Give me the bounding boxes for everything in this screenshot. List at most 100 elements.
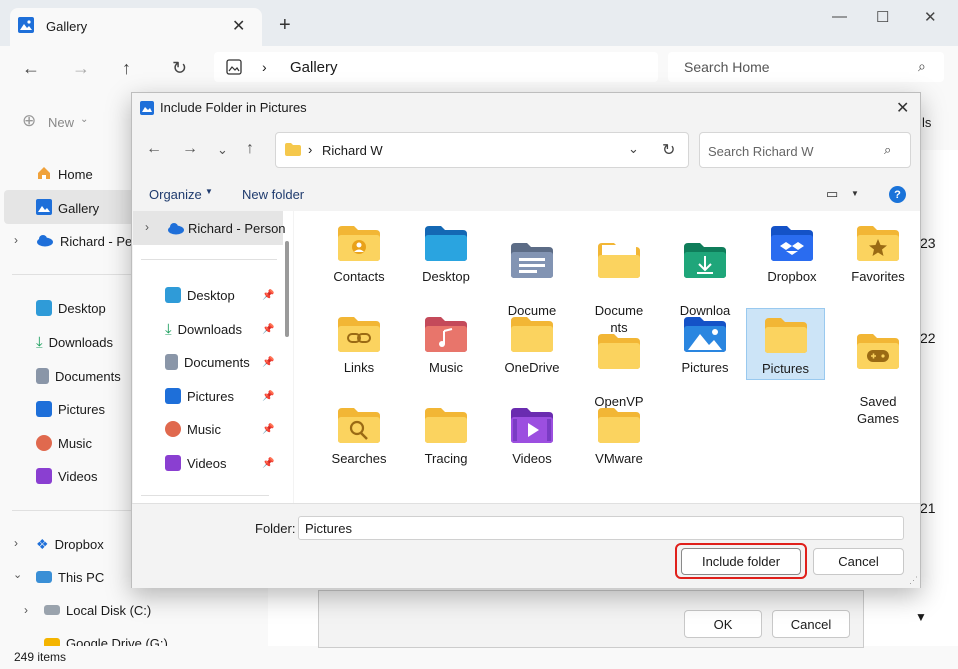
sidebar-item-googledrive[interactable]: Google Drive (G:) — [44, 636, 168, 646]
folder-vmware[interactable]: VMware — [580, 406, 658, 467]
dialog-up-icon[interactable]: ↑ — [246, 140, 254, 158]
computer-icon — [36, 571, 52, 583]
sidebar-label: Gallery — [58, 200, 100, 216]
ok-button[interactable]: OK — [684, 610, 762, 638]
dialog-cancel-button[interactable]: Cancel — [813, 548, 904, 575]
recent-locations-chevron-icon[interactable]: ⌄ — [217, 142, 228, 158]
sidebar-item-gallery[interactable]: Gallery — [36, 193, 99, 223]
folder-label: Tracing — [424, 451, 468, 466]
sidebar-item-home[interactable]: Home — [36, 159, 93, 189]
folder-contacts[interactable]: Contacts — [320, 224, 398, 285]
folder-onedrive[interactable]: OneDrive — [493, 315, 571, 376]
view-options-icon[interactable]: ▭ — [826, 186, 838, 202]
address-dropdown-icon[interactable]: ⌄ — [628, 141, 639, 157]
view-dropdown-icon[interactable]: ▼ — [851, 189, 859, 198]
nav-item-videos[interactable]: Videos — [165, 448, 227, 478]
organize-dropdown-icon: ▼ — [205, 187, 213, 196]
organize-menu[interactable]: Organize — [149, 187, 202, 202]
folder-dropbox[interactable]: Dropbox — [753, 224, 831, 285]
nav-item-music[interactable]: Music — [165, 414, 221, 444]
new-folder-button[interactable]: New folder — [242, 187, 304, 202]
window-close-icon[interactable]: ✕ — [924, 8, 937, 26]
forward-icon[interactable]: → — [72, 58, 90, 79]
folder-favorites[interactable]: Favorites — [839, 224, 917, 285]
address-bar[interactable] — [214, 52, 658, 82]
nav-label: Music — [187, 421, 221, 437]
nav-label: Pictures — [187, 388, 234, 404]
folder-links[interactable]: Links — [320, 315, 398, 376]
nav-item-pictures[interactable]: Pictures — [165, 381, 234, 411]
folder-label: Pictures — [762, 361, 809, 376]
dialog-back-icon[interactable]: ← — [146, 140, 162, 158]
new-tab-button[interactable]: + — [279, 15, 291, 35]
timeline-label-22: 22 — [920, 330, 936, 346]
scroll-down-icon[interactable]: ▼ — [915, 610, 927, 624]
sidebar-item-localdisk[interactable]: Local Disk (C:) — [44, 595, 151, 625]
timeline-label-23: 23 — [920, 235, 936, 251]
folder-searches[interactable]: Searches — [320, 406, 398, 467]
sidebar-item-downloads[interactable]: ⤓ Downloads — [36, 327, 113, 357]
music-icon — [36, 435, 52, 451]
folder-videos[interactable]: Videos — [493, 406, 571, 467]
expand-chevron-icon[interactable]: › — [145, 220, 149, 234]
google-drive-icon — [44, 638, 60, 646]
expand-chevron-icon[interactable]: › — [14, 536, 18, 550]
pin-icon: 📌 — [262, 391, 275, 402]
help-icon[interactable]: ? — [889, 186, 906, 203]
back-icon[interactable]: ← — [22, 58, 40, 79]
search-icon: ⌕ — [918, 58, 926, 74]
path-chevron-icon: › — [308, 142, 313, 157]
folder-pictures-library[interactable]: Pictures — [666, 315, 744, 376]
sidebar-label: Videos — [58, 468, 98, 484]
folder-pictures-selected[interactable]: Pictures — [746, 308, 825, 380]
cancel-button-behind[interactable]: Cancel — [772, 610, 850, 638]
dialog-forward-icon[interactable]: → — [182, 140, 198, 158]
sidebar-item-dropbox[interactable]: ❖ Dropbox — [36, 529, 104, 559]
sidebar-label: Home — [58, 166, 93, 182]
sidebar-item-thispc[interactable]: This PC — [36, 562, 104, 592]
sidebar-item-videos[interactable]: Videos — [36, 461, 98, 491]
folder-saved-games[interactable]: Saved Games — [839, 315, 917, 427]
new-button[interactable]: New — [48, 115, 74, 130]
sidebar-item-desktop[interactable]: Desktop — [36, 293, 106, 323]
cloud-icon — [167, 221, 185, 238]
sidebar-label: Local Disk (C:) — [66, 602, 152, 618]
tab-close-icon[interactable]: ✕ — [232, 16, 245, 36]
expand-chevron-icon[interactable]: › — [14, 233, 18, 247]
up-icon[interactable]: ↑ — [122, 58, 131, 79]
sidebar-item-onedrive[interactable]: Richard - Pers — [36, 226, 143, 256]
onedrive-folder-icon — [511, 317, 553, 352]
sidebar-item-pictures[interactable]: Pictures — [36, 394, 105, 424]
expand-chevron-icon[interactable]: › — [24, 603, 28, 617]
folder-desktop[interactable]: Desktop — [407, 224, 485, 285]
dialog-close-icon[interactable]: ✕ — [896, 98, 909, 118]
maximize-icon[interactable]: ☐ — [876, 8, 889, 26]
folder-music[interactable]: Music — [407, 315, 485, 376]
nav-item-downloads[interactable]: ⤓ Downloads — [165, 314, 242, 344]
dropbox-icon: ❖ — [36, 535, 49, 552]
include-folder-button[interactable]: Include folder — [681, 548, 801, 575]
dropbox-folder-icon — [771, 226, 813, 261]
refresh-icon[interactable]: ↻ — [172, 58, 187, 79]
nav-scrollbar[interactable] — [285, 241, 289, 337]
nav-item-documents[interactable]: Documents — [165, 347, 250, 377]
dialog-refresh-icon[interactable]: ↻ — [662, 140, 675, 160]
nav-item-desktop[interactable]: Desktop — [165, 280, 235, 310]
sidebar-item-documents[interactable]: Documents — [36, 361, 121, 391]
sidebar-label: Dropbox — [54, 536, 104, 552]
collapse-chevron-icon[interactable]: ⌄ — [13, 568, 22, 581]
nav-root-label[interactable]: Richard - Person — [188, 221, 286, 236]
pictures-icon — [165, 388, 181, 404]
folder-label: VMware — [595, 451, 643, 466]
document-icon — [165, 354, 178, 370]
pictures-folder-icon — [764, 318, 807, 353]
resize-grip-icon[interactable]: ⋰ — [909, 575, 918, 586]
sidebar-item-music[interactable]: Music — [36, 428, 92, 458]
desktop-icon — [36, 300, 52, 316]
searches-folder-icon — [338, 408, 380, 443]
sidebar-label: This PC — [58, 569, 105, 585]
folder-name-input[interactable]: Pictures — [298, 516, 904, 540]
gallery-icon — [18, 17, 34, 36]
minimize-icon[interactable]: — — [832, 8, 847, 25]
folder-tracing[interactable]: Tracing — [407, 406, 485, 467]
